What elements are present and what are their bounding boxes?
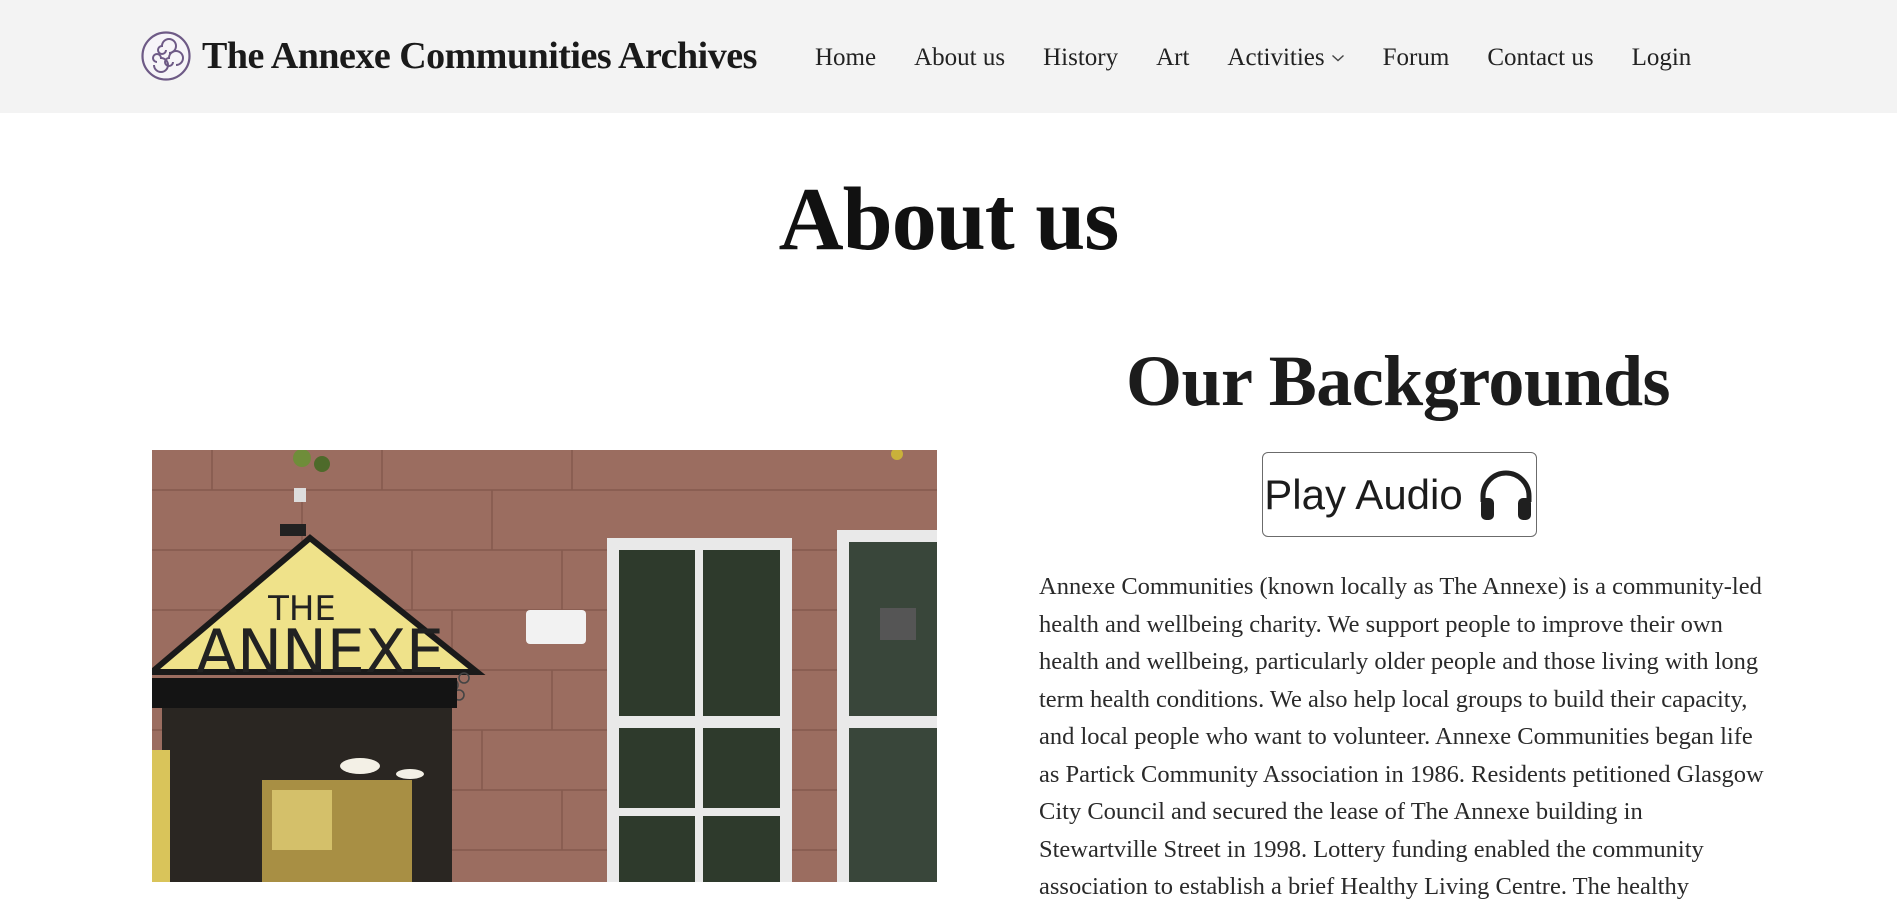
triskele-icon: [141, 31, 191, 81]
site-header: The Annexe Communities Archives Home Abo…: [0, 0, 1897, 113]
nav-activities-label: Activities: [1227, 44, 1325, 71]
about-body-text: Annexe Communities (known locally as The…: [1039, 573, 1764, 900]
nav-contact-us[interactable]: Contact us: [1487, 44, 1593, 72]
annexe-building-photo: THE ANNEXE: [152, 450, 937, 882]
nav-history[interactable]: History: [1043, 44, 1118, 72]
nav-about-us[interactable]: About us: [914, 44, 1005, 72]
main-nav: Home About us History Art Activities For…: [815, 38, 1691, 78]
building-illustration: THE ANNEXE: [152, 450, 937, 882]
site-name: The Annexe Communities Archives: [202, 35, 757, 77]
nav-home[interactable]: Home: [815, 44, 876, 72]
play-audio-label: Play Audio: [1264, 470, 1463, 518]
nav-login[interactable]: Login: [1632, 44, 1692, 72]
headphones-icon: [1480, 470, 1532, 520]
chevron-down-icon: [1331, 54, 1344, 62]
nav-activities[interactable]: Activities: [1227, 44, 1344, 72]
page-title: About us: [778, 170, 1120, 269]
site-brand-link[interactable]: The Annexe Communities Archives: [140, 28, 757, 84]
section-title: Our Backgrounds: [1125, 341, 1671, 421]
sign-text-annexe: ANNEXE: [196, 617, 444, 687]
play-audio-button[interactable]: Play Audio: [1262, 452, 1537, 537]
nav-forum[interactable]: Forum: [1383, 44, 1450, 72]
nav-art[interactable]: Art: [1156, 44, 1189, 72]
